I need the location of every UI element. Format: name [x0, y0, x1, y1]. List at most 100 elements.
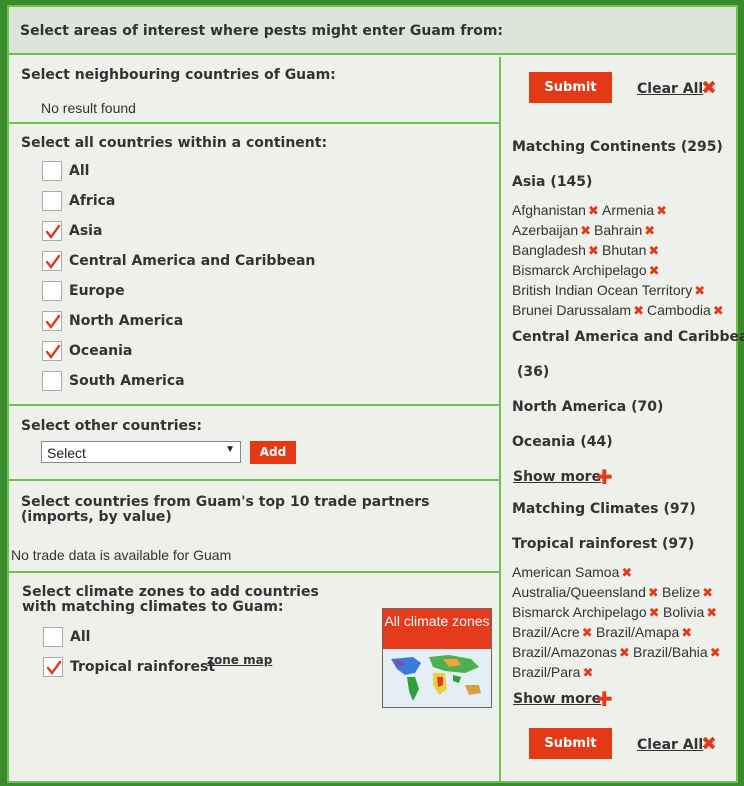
close-icon[interactable]: ✖ — [710, 646, 721, 661]
matched-country: Bahrain ✖ — [594, 222, 655, 239]
close-icon[interactable]: ✖ — [588, 244, 599, 259]
country-name: Brazil/Para — [512, 664, 581, 680]
close-icon[interactable]: ✖ — [706, 606, 717, 621]
oceania-count: (44) — [580, 434, 613, 450]
country-select-value: Select — [47, 445, 86, 461]
neighbours-empty-text: No result found — [41, 100, 136, 116]
panel-header: Select areas of interest where pests mig… — [9, 7, 736, 55]
asia-label: Asia — [512, 174, 546, 190]
close-icon[interactable]: ✖ — [713, 304, 724, 319]
zone-map-link[interactable]: zone map — [207, 653, 272, 667]
climate-zones-image[interactable]: All climate zones — [382, 608, 492, 708]
checkbox[interactable] — [42, 311, 62, 331]
matching-continents-label: Matching Continents — [512, 139, 676, 155]
close-icon[interactable]: ✖ — [649, 264, 660, 279]
checkbox-label: Central America and Caribbean — [69, 253, 316, 269]
country-name: Afghanistan — [512, 202, 586, 218]
country-name: Bismarck Archipelago — [512, 604, 647, 620]
matched-country: Brunei Darussalam ✖ — [512, 302, 644, 319]
country-name: Bangladesh — [512, 242, 586, 258]
country-select[interactable]: Select ▼ — [41, 441, 241, 463]
checkbox[interactable] — [42, 341, 62, 361]
close-icon[interactable]: ✖ — [649, 606, 660, 621]
country-name: Brazil/Amazonas — [512, 644, 618, 660]
asia-count: (145) — [550, 174, 593, 190]
panel-title: Select areas of interest where pests mig… — [20, 23, 504, 39]
checkbox[interactable] — [42, 161, 62, 181]
matched-country: Bolivia ✖ — [663, 604, 717, 621]
country-name: Cambodia — [647, 302, 711, 318]
trade-empty-text: No trade data is available for Guam — [11, 547, 232, 563]
checkbox[interactable] — [42, 191, 62, 211]
close-icon[interactable]: ✖ — [701, 77, 717, 99]
plus-icon[interactable]: ✚ — [596, 465, 613, 489]
tropical-heading: Tropical rainforest (97) — [512, 536, 694, 552]
checkbox[interactable] — [42, 371, 62, 391]
matching-climates-count: (97) — [663, 501, 696, 517]
matched-country: Bismarck Archipelago ✖ — [512, 262, 660, 279]
country-name: Azerbaijan — [512, 222, 579, 238]
world-map-icon — [383, 649, 491, 707]
matched-country: American Samoa ✖ — [512, 564, 632, 581]
close-icon[interactable]: ✖ — [681, 626, 692, 641]
country-name: Brazil/Acre — [512, 624, 580, 640]
close-icon[interactable]: ✖ — [621, 566, 632, 581]
checkbox[interactable] — [43, 627, 63, 647]
trade-partners-title: Select countries from Guam's top 10 trad… — [21, 494, 430, 525]
checkbox[interactable] — [42, 221, 62, 241]
country-name: Bismarck Archipelago — [512, 262, 647, 278]
close-icon[interactable]: ✖ — [648, 586, 659, 601]
close-icon[interactable]: ✖ — [580, 224, 591, 239]
checkbox-label: South America — [69, 373, 185, 389]
tropical-label: Tropical rainforest — [512, 536, 658, 552]
submit-button-top[interactable]: Submit — [529, 72, 612, 103]
climate-title: Select climate zones to add countries wi… — [22, 584, 319, 615]
matched-country: Afghanistan ✖ — [512, 202, 599, 219]
chevron-down-icon: ▼ — [225, 444, 235, 455]
asia-heading: Asia (145) — [512, 174, 592, 190]
close-icon[interactable]: ✖ — [694, 284, 705, 299]
left-column: Select neighbouring countries of Guam: N… — [9, 57, 499, 783]
close-icon[interactable]: ✖ — [656, 204, 667, 219]
checkbox[interactable] — [42, 251, 62, 271]
matched-country: Brazil/Bahia ✖ — [633, 644, 721, 661]
plus-icon[interactable]: ✚ — [596, 687, 613, 711]
checkbox-label: Oceania — [69, 343, 133, 359]
checkbox-label: North America — [69, 313, 184, 329]
country-name: Brunei Darussalam — [512, 302, 632, 318]
clear-all-button-bottom[interactable]: Clear All — [637, 737, 703, 753]
matching-continents-count: (295) — [680, 139, 723, 155]
oceania-label: Oceania — [512, 434, 576, 450]
close-icon[interactable]: ✖ — [644, 224, 655, 239]
close-icon[interactable]: ✖ — [701, 733, 717, 755]
country-name: Armenia — [602, 202, 655, 218]
show-more-climates-link[interactable]: Show more — [513, 691, 601, 707]
clear-all-button-top[interactable]: Clear All — [637, 81, 703, 97]
submit-button-bottom[interactable]: Submit — [529, 728, 612, 759]
checkbox[interactable] — [43, 657, 63, 677]
country-name: Bolivia — [663, 604, 705, 620]
checkbox[interactable] — [42, 281, 62, 301]
add-country-button[interactable]: Add — [250, 441, 296, 464]
right-column: Submit Clear All ✖ Matching Continents (2… — [499, 57, 744, 783]
close-icon[interactable]: ✖ — [619, 646, 630, 661]
checkbox-label: All — [69, 163, 90, 179]
checkbox-label: Asia — [69, 223, 103, 239]
checkbox-label: All — [70, 629, 91, 645]
north-america-count: (70) — [631, 399, 664, 415]
oceania-heading: Oceania (44) — [512, 434, 613, 450]
close-icon[interactable]: ✖ — [588, 204, 599, 219]
matched-country: Armenia ✖ — [602, 202, 667, 219]
close-icon[interactable]: ✖ — [582, 666, 593, 681]
close-icon[interactable]: ✖ — [633, 304, 644, 319]
close-icon[interactable]: ✖ — [648, 244, 659, 259]
show-more-continents-link[interactable]: Show more — [513, 469, 601, 485]
neighbours-section: Select neighbouring countries of Guam: N… — [9, 57, 499, 124]
close-icon[interactable]: ✖ — [582, 626, 593, 641]
cac-count: (36) — [517, 364, 550, 380]
matched-country: Bangladesh ✖ — [512, 242, 599, 259]
matched-country: Bismarck Archipelago ✖ — [512, 604, 660, 621]
matched-country: Brazil/Acre ✖ — [512, 624, 593, 641]
close-icon[interactable]: ✖ — [702, 586, 713, 601]
selection-panel: Select areas of interest where pests mig… — [7, 5, 744, 783]
